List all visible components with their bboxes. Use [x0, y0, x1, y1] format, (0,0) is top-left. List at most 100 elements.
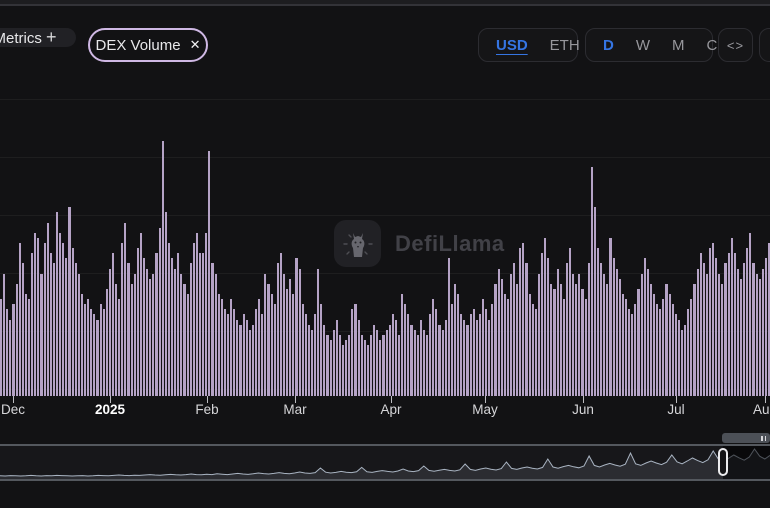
- volume-bar[interactable]: [62, 243, 64, 396]
- volume-bar[interactable]: [625, 299, 627, 396]
- volume-bar[interactable]: [759, 279, 761, 396]
- volume-bar[interactable]: [90, 309, 92, 396]
- volume-bar[interactable]: [361, 335, 363, 396]
- volume-bar[interactable]: [261, 314, 263, 396]
- volume-bar[interactable]: [354, 304, 356, 396]
- volume-bar[interactable]: [392, 314, 394, 396]
- volume-bar[interactable]: [603, 274, 605, 396]
- volume-bar[interactable]: [155, 253, 157, 396]
- volume-bar[interactable]: [715, 258, 717, 396]
- volume-bar[interactable]: [442, 330, 444, 396]
- volume-bar[interactable]: [613, 258, 615, 396]
- volume-bar[interactable]: [765, 258, 767, 396]
- volume-bar[interactable]: [485, 309, 487, 396]
- volume-bar[interactable]: [662, 299, 664, 396]
- volume-bar[interactable]: [271, 294, 273, 396]
- volume-bar[interactable]: [628, 309, 630, 396]
- volume-bar[interactable]: [274, 304, 276, 396]
- volume-bar[interactable]: [532, 304, 534, 396]
- volume-bar[interactable]: [650, 284, 652, 396]
- timeline-navigator[interactable]: [0, 444, 770, 481]
- volume-bar[interactable]: [168, 243, 170, 396]
- volume-bar[interactable]: [712, 243, 714, 396]
- volume-bar[interactable]: [728, 253, 730, 396]
- volume-bar[interactable]: [183, 284, 185, 396]
- volume-bar[interactable]: [470, 314, 472, 396]
- volume-bar[interactable]: [87, 299, 89, 396]
- volume-bar[interactable]: [522, 243, 524, 396]
- volume-bar[interactable]: [211, 263, 213, 396]
- volume-bar[interactable]: [124, 223, 126, 396]
- volume-bar[interactable]: [373, 325, 375, 396]
- volume-bar[interactable]: [572, 274, 574, 396]
- volume-bar[interactable]: [292, 294, 294, 396]
- volume-bar[interactable]: [336, 320, 338, 397]
- volume-bar[interactable]: [743, 263, 745, 396]
- volume-bar[interactable]: [697, 269, 699, 397]
- volume-bar[interactable]: [591, 167, 593, 397]
- volume-bar[interactable]: [47, 223, 49, 396]
- volume-bar[interactable]: [678, 320, 680, 397]
- volume-bar[interactable]: [187, 294, 189, 396]
- volume-bar[interactable]: [488, 320, 490, 397]
- volume-bar[interactable]: [407, 314, 409, 396]
- volume-bar[interactable]: [709, 248, 711, 396]
- volume-bar[interactable]: [348, 335, 350, 396]
- volume-bar[interactable]: [426, 335, 428, 396]
- currency-option-eth[interactable]: ETH: [539, 29, 591, 61]
- volume-bar[interactable]: [314, 314, 316, 396]
- volume-bar[interactable]: [311, 330, 313, 396]
- volume-bar[interactable]: [12, 304, 14, 396]
- volume-bar[interactable]: [19, 243, 21, 396]
- volume-bar[interactable]: [165, 212, 167, 396]
- volume-bar[interactable]: [84, 304, 86, 396]
- volume-bar[interactable]: [510, 274, 512, 396]
- volume-bar[interactable]: [473, 309, 475, 396]
- volume-bar[interactable]: [159, 228, 161, 396]
- volume-bar[interactable]: [320, 304, 322, 396]
- add-metrics-button[interactable]: Metrics +: [0, 28, 76, 47]
- volume-bar[interactable]: [286, 289, 288, 396]
- volume-bar[interactable]: [367, 345, 369, 396]
- volume-bar[interactable]: [162, 141, 164, 396]
- volume-bar[interactable]: [740, 279, 742, 396]
- volume-bar[interactable]: [6, 309, 8, 396]
- volume-bar[interactable]: [280, 253, 282, 396]
- interval-option-monthly[interactable]: M: [661, 29, 696, 61]
- volume-bar[interactable]: [243, 314, 245, 396]
- volume-bar[interactable]: [277, 263, 279, 396]
- volume-bar[interactable]: [498, 269, 500, 397]
- volume-bar[interactable]: [81, 294, 83, 396]
- volume-bar[interactable]: [395, 320, 397, 397]
- currency-option-usd[interactable]: USD: [485, 29, 539, 61]
- volume-bar[interactable]: [466, 325, 468, 396]
- volume-bar[interactable]: [746, 248, 748, 396]
- volume-bar[interactable]: [762, 269, 764, 397]
- volume-bar[interactable]: [202, 253, 204, 396]
- volume-bar[interactable]: [370, 335, 372, 396]
- volume-bar[interactable]: [112, 253, 114, 396]
- volume-bar[interactable]: [519, 248, 521, 396]
- volume-bar[interactable]: [507, 299, 509, 396]
- volume-bar[interactable]: [249, 330, 251, 396]
- volume-bar[interactable]: [252, 325, 254, 396]
- close-icon[interactable]: ✕: [190, 37, 201, 53]
- volume-bar[interactable]: [501, 279, 503, 396]
- volume-bar[interactable]: [323, 325, 325, 396]
- volume-bar[interactable]: [56, 212, 58, 396]
- volume-bar[interactable]: [644, 258, 646, 396]
- volume-bar[interactable]: [432, 299, 434, 396]
- volume-bar[interactable]: [550, 284, 552, 396]
- volume-bar[interactable]: [199, 253, 201, 396]
- volume-bar[interactable]: [494, 284, 496, 396]
- navigator-right-handle[interactable]: [718, 448, 728, 476]
- volume-bar[interactable]: [457, 294, 459, 396]
- volume-bar[interactable]: [100, 304, 102, 396]
- volume-bar[interactable]: [656, 304, 658, 396]
- volume-bar[interactable]: [53, 263, 55, 396]
- volume-bar[interactable]: [208, 151, 210, 396]
- volume-bar[interactable]: [351, 309, 353, 396]
- volume-bar[interactable]: [597, 248, 599, 396]
- volume-bar[interactable]: [721, 284, 723, 396]
- volume-bar[interactable]: [684, 325, 686, 396]
